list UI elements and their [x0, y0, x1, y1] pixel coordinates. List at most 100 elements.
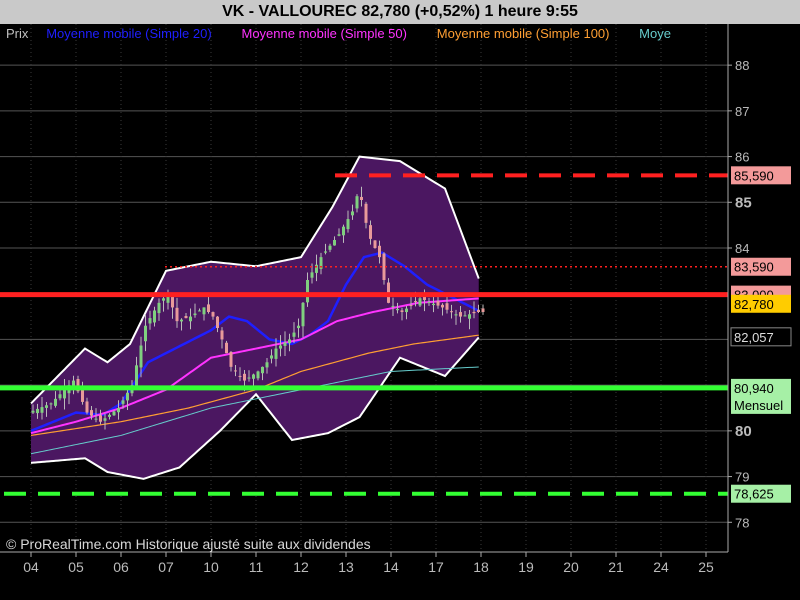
candle-body: [400, 310, 404, 312]
candle-body: [477, 309, 480, 312]
candle-body: [220, 330, 224, 340]
candle-body: [243, 373, 246, 381]
candle-body: [418, 298, 422, 306]
x-tick-label: 25: [698, 559, 714, 575]
x-tick-label: 10: [203, 559, 219, 575]
candle-body: [459, 312, 462, 317]
candle-body: [360, 196, 363, 200]
candle-body: [337, 234, 341, 236]
page-title: VK - VALLOUREC 82,780 (+0,52%) 1 heure 9…: [0, 0, 800, 24]
candle-body: [364, 203, 368, 223]
candle-body: [315, 264, 318, 273]
candle-body: [103, 418, 107, 421]
candle-body: [288, 339, 291, 344]
legend-entry: Prix: [6, 26, 29, 41]
candle-body: [414, 301, 417, 303]
candle-body: [468, 314, 471, 319]
candle-body: [135, 365, 138, 388]
candle-body: [369, 225, 372, 239]
candle-body: [144, 325, 147, 342]
candle-body: [463, 315, 467, 317]
x-tick-label: 14: [383, 559, 399, 575]
x-tick-label: 04: [23, 559, 39, 575]
candle-body: [252, 374, 255, 379]
candle-body: [378, 245, 381, 258]
candle-body: [198, 310, 201, 312]
level-label: 83,590: [734, 260, 774, 275]
x-tick-label: 05: [68, 559, 84, 575]
candle-body: [427, 301, 431, 303]
y-tick-label: 79: [735, 470, 749, 485]
x-tick-label: 06: [113, 559, 129, 575]
candle-body: [234, 370, 237, 372]
candle-body: [225, 342, 228, 354]
y-tick-label: 78: [735, 515, 749, 530]
candle-body: [90, 410, 93, 416]
x-tick-label: 17: [428, 559, 444, 575]
x-tick-label: 11: [249, 559, 264, 575]
candle-body: [432, 303, 435, 306]
x-tick-label: 21: [608, 559, 624, 575]
price-tag-label: Mensuel: [734, 398, 783, 413]
y-tick-label: 84: [735, 241, 749, 256]
candle-body: [126, 392, 129, 401]
candle-body: [292, 332, 296, 337]
candle-body: [139, 345, 143, 368]
candle-body: [301, 302, 305, 327]
candle-body: [175, 307, 179, 322]
candle-body: [333, 240, 336, 246]
candle-body: [31, 410, 35, 413]
y-tick-label: 87: [735, 104, 749, 119]
x-tick-label: 18: [473, 559, 489, 575]
candle-body: [396, 308, 399, 311]
candle-body: [85, 401, 89, 413]
candle-body: [207, 304, 210, 312]
candle-body: [342, 226, 345, 236]
candle-body: [193, 313, 197, 316]
candle-body: [121, 400, 125, 404]
candle-body: [297, 325, 300, 329]
candle-body: [310, 272, 314, 278]
candle-body: [454, 314, 458, 316]
candle-body: [189, 316, 192, 322]
candle-body: [202, 307, 206, 315]
x-tick-label: 20: [563, 559, 579, 575]
candle-body: [180, 319, 183, 322]
candle-body: [54, 398, 57, 406]
candle-body: [283, 342, 287, 346]
candle-body: [117, 408, 120, 413]
candle-body: [45, 405, 48, 408]
level-label: 85,590: [734, 168, 774, 183]
candle-body: [211, 312, 215, 317]
candle-body: [153, 310, 156, 323]
level-label: 80,940: [734, 381, 774, 396]
candle-body: [238, 375, 242, 377]
candle-body: [36, 408, 39, 414]
y-tick-label: 86: [735, 150, 749, 165]
candle-body: [40, 407, 44, 413]
y-tick-label: 88: [735, 58, 749, 73]
candle-body: [481, 308, 485, 312]
price-tag-label: 82,780: [734, 297, 774, 312]
legend: Prix Moyenne mobile (Simple 20) Moyenne mo…: [6, 26, 671, 41]
candle-body: [157, 302, 161, 314]
x-tick-label: 13: [338, 559, 354, 575]
candle-body: [162, 298, 165, 301]
candle-body: [472, 311, 476, 314]
candle-body: [324, 251, 327, 253]
x-tick-label: 24: [653, 559, 669, 575]
candle-body: [409, 305, 413, 307]
candle-body: [306, 280, 309, 303]
candle-body: [184, 315, 188, 319]
candle-body: [99, 415, 102, 422]
candle-body: [328, 245, 332, 250]
candle-body: [229, 352, 233, 367]
candle-body: [94, 418, 98, 420]
legend-entry: Moyenne mobile (Simple 20): [46, 26, 211, 41]
candle-body: [63, 389, 66, 399]
candle-body: [148, 318, 152, 324]
legend-entry: Moyenne mobile (Simple 50): [242, 26, 407, 41]
candle-body: [445, 303, 449, 310]
x-tick-label: 19: [518, 559, 534, 575]
y-tick-label: 80: [735, 423, 752, 440]
